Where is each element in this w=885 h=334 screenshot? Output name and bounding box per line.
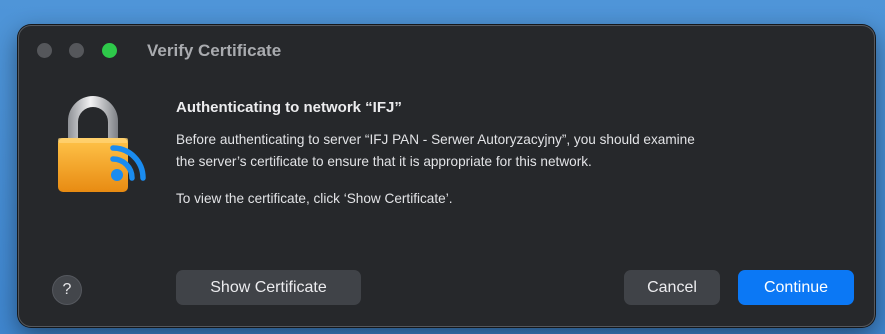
show-certificate-button[interactable]: Show Certificate <box>176 270 361 305</box>
cancel-button[interactable]: Cancel <box>624 270 720 305</box>
dialog-heading: Authenticating to network “IFJ” <box>176 99 402 116</box>
dialog-message: Before authenticating to server “IFJ PAN… <box>176 132 695 169</box>
help-button[interactable]: ? <box>52 275 82 305</box>
title-bar: Verify Certificate <box>19 26 874 76</box>
close-button[interactable] <box>37 43 52 58</box>
minimize-button[interactable] <box>69 43 84 58</box>
verify-certificate-dialog: Verify Certificate Authenticating to net… <box>18 25 875 327</box>
continue-button[interactable]: Continue <box>738 270 854 305</box>
lock-wifi-icon <box>58 96 146 192</box>
dialog-instruction: To view the certificate, click ‘Show Cer… <box>176 191 453 206</box>
zoom-button[interactable] <box>102 43 117 58</box>
window-title: Verify Certificate <box>147 41 282 60</box>
